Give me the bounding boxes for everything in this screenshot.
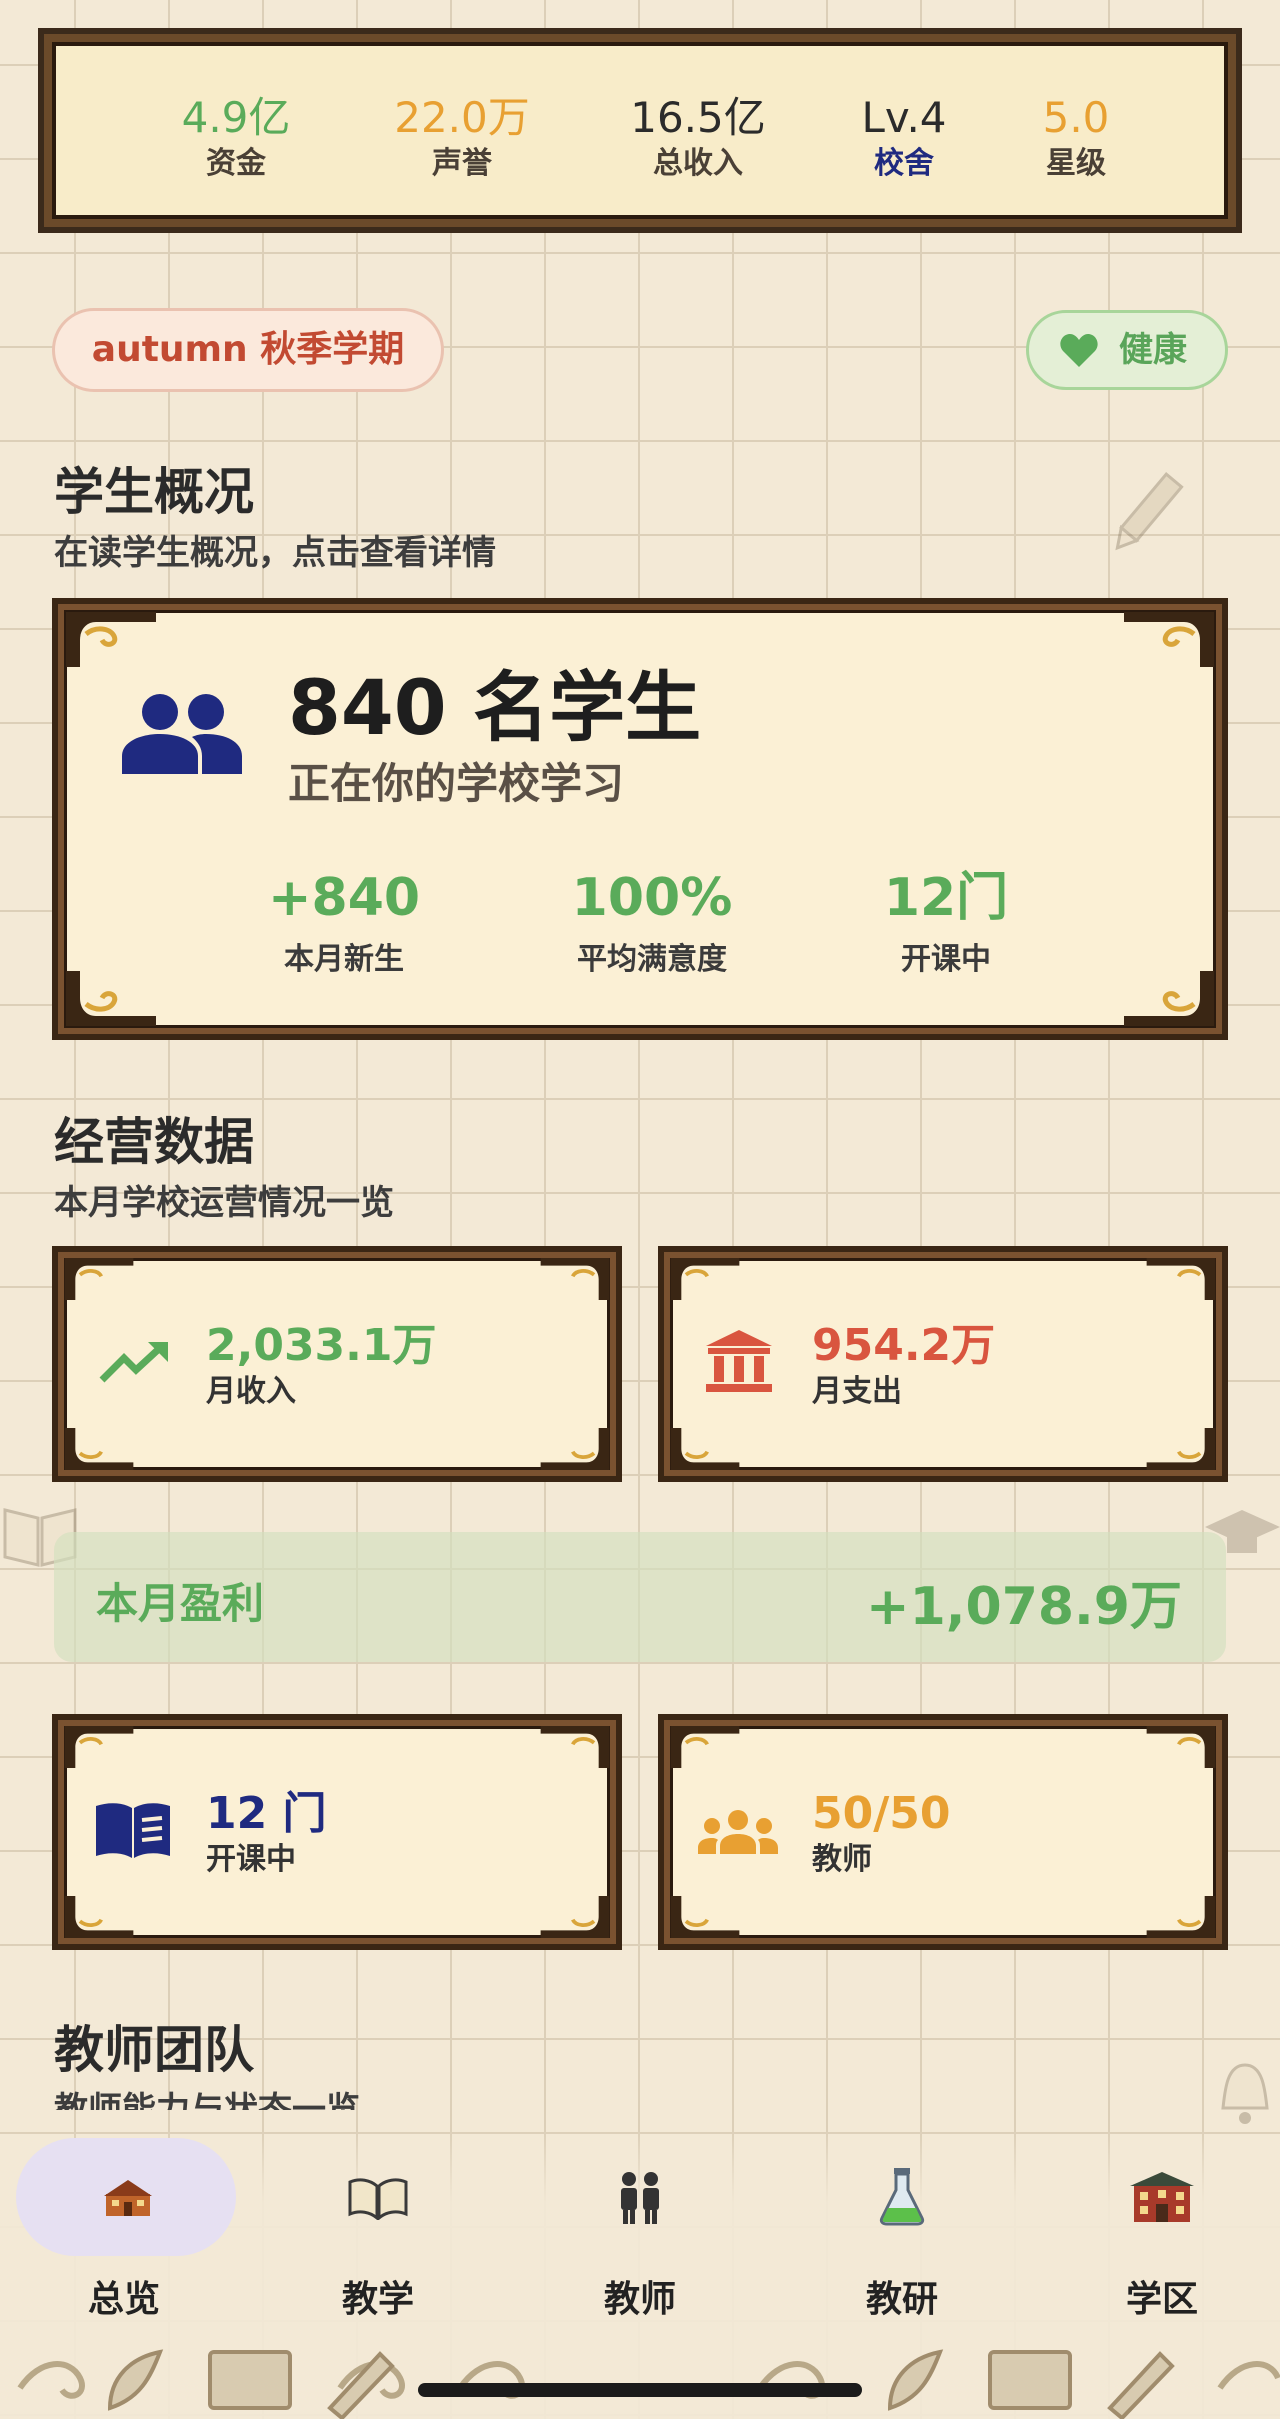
- teachers-card[interactable]: 50/50 教师: [658, 1714, 1228, 1950]
- stat-total-income-value: 16.5亿: [630, 93, 766, 142]
- teachers-group-icon: [698, 1810, 778, 1854]
- metric-new-students-value: +840: [267, 868, 421, 928]
- ops-section-subtitle: 本月学校运营情况一览: [54, 1183, 394, 1223]
- corner-ornament-icon: [1146, 1428, 1216, 1470]
- nav-tab-teaching-label: 教学: [341, 2279, 414, 2320]
- teachers-label: 教师: [812, 1842, 872, 1877]
- metric-courses-value: 12门: [883, 868, 1009, 928]
- health-status-label: 健康: [1119, 330, 1187, 370]
- nav-tab-overview[interactable]: 总览: [16, 2130, 236, 2330]
- monthly-profit-bar: 本月盈利 +1,078.9万: [54, 1532, 1226, 1662]
- monthly-profit-value: +1,078.9万: [866, 1577, 1182, 1637]
- nav-tab-district-label: 学区: [1125, 2279, 1198, 2320]
- teacher-team-section-subtitle: 教师能力与状态一览: [54, 2090, 360, 2110]
- stat-campus-level: Lv.4 校舍: [804, 92, 1004, 184]
- trending-up-icon: [99, 1342, 168, 1383]
- corner-ornament-icon: [64, 1258, 134, 1300]
- corner-ornament-icon: [540, 1428, 610, 1470]
- corner-ornament-icon: [540, 1258, 610, 1300]
- heart-icon: [1060, 334, 1098, 367]
- corner-ornament-icon: [64, 1428, 134, 1470]
- monthly-income-card[interactable]: 2,033.1万 月收入: [52, 1246, 622, 1482]
- pencil-doodle-icon: [1115, 471, 1184, 551]
- stat-total-income: 16.5亿 总收入: [598, 92, 798, 184]
- stat-campus-level-value: Lv.4: [861, 93, 947, 142]
- stat-funds-label: 资金: [206, 146, 266, 181]
- stat-funds-value: 4.9亿: [181, 93, 291, 142]
- bell-doodle-icon: [1221, 2063, 1269, 2124]
- metric-new-students: +840 本月新生: [244, 868, 444, 978]
- stat-funds: 4.9亿 资金: [136, 92, 336, 184]
- metric-satisfaction-label: 平均满意度: [577, 942, 727, 977]
- stat-total-income-label: 总收入: [653, 146, 743, 181]
- corner-ornament-icon: [1146, 1726, 1216, 1768]
- corner-ornament-icon: [540, 1726, 610, 1768]
- resource-stats-bar: 4.9亿 资金 22.0万 声誉 16.5亿 总收入 Lv.4 校舍 5.0 星…: [38, 28, 1242, 233]
- teacher-team-section-title: 教师团队: [54, 2021, 254, 2079]
- monthly-expense-label: 月支出: [812, 1374, 902, 1409]
- metric-satisfaction: 100% 平均满意度: [552, 868, 752, 978]
- ops-section-title: 经营数据: [54, 1113, 254, 1171]
- monthly-profit-label: 本月盈利: [96, 1579, 265, 1628]
- metric-new-students-label: 本月新生: [284, 942, 404, 977]
- courses-card[interactable]: 12 门 开课中: [52, 1714, 622, 1950]
- metric-courses-label: 开课中: [901, 942, 991, 977]
- nav-tab-teachers-label: 教师: [603, 2279, 676, 2320]
- stat-reputation: 22.0万 声誉: [362, 92, 562, 184]
- nav-tab-overview-label: 总览: [87, 2279, 160, 2320]
- corner-ornament-icon: [670, 1896, 740, 1938]
- corner-ornament-icon: [670, 1258, 740, 1300]
- decorative-footer-border: [17, 2349, 1280, 2419]
- stat-reputation-label: 声誉: [432, 146, 492, 181]
- nav-tab-teachers[interactable]: 教师: [540, 2130, 740, 2330]
- season-badge: autumn 秋季学期: [52, 308, 444, 392]
- monthly-income-value: 2,033.1万: [206, 1320, 437, 1371]
- school-house-icon: [104, 2180, 152, 2216]
- nav-tab-district[interactable]: 学区: [1062, 2130, 1262, 2330]
- health-status-badge: 健康: [1026, 310, 1228, 390]
- student-count-caption: 正在你的学校学习: [288, 759, 625, 808]
- nav-tab-research-label: 教研: [865, 2279, 938, 2320]
- corner-ornament-icon: [66, 612, 156, 667]
- monthly-expense-value: 954.2万: [812, 1320, 996, 1371]
- metric-satisfaction-value: 100%: [571, 868, 733, 928]
- metric-courses: 12门 开课中: [846, 868, 1046, 978]
- flask-icon: [879, 2168, 925, 2226]
- monthly-income-label: 月收入: [206, 1374, 296, 1409]
- corner-ornament-icon: [1146, 1258, 1216, 1300]
- stat-star-rating-value: 5.0: [1042, 93, 1110, 142]
- stat-star-rating: 5.0 星级: [976, 92, 1176, 184]
- students-group-icon: [122, 694, 242, 774]
- stat-campus-level-label: 校舍: [874, 146, 934, 181]
- corner-ornament-icon: [540, 1896, 610, 1938]
- courses-label: 开课中: [206, 1842, 296, 1877]
- open-book-icon: [348, 2178, 408, 2220]
- nav-tab-research[interactable]: 教研: [802, 2130, 1002, 2330]
- students-section-title: 学生概况: [54, 463, 254, 521]
- corner-ornament-icon: [1146, 1896, 1216, 1938]
- monthly-expense-card[interactable]: 954.2万 月支出: [658, 1246, 1228, 1482]
- corner-ornament-icon: [670, 1428, 740, 1470]
- stat-reputation-value: 22.0万: [394, 93, 530, 142]
- student-count: 840 名学生: [288, 663, 702, 752]
- courses-value: 12 门: [206, 1788, 327, 1839]
- teachers-value: 50/50: [812, 1788, 951, 1839]
- corner-ornament-icon: [1124, 971, 1214, 1026]
- nav-tab-teaching[interactable]: 教学: [278, 2130, 478, 2330]
- corner-ornament-icon: [1124, 612, 1214, 667]
- stat-star-rating-label: 星级: [1046, 146, 1106, 181]
- course-book-icon: [96, 1803, 170, 1858]
- bank-building-icon: [706, 1330, 772, 1392]
- campus-building-icon: [1130, 2172, 1194, 2222]
- corner-ornament-icon: [670, 1726, 740, 1768]
- corner-ornament-icon: [64, 1726, 134, 1768]
- corner-ornament-icon: [64, 1896, 134, 1938]
- students-section-subtitle: 在读学生概况，点击查看详情: [54, 533, 496, 573]
- corner-ornament-icon: [66, 971, 156, 1026]
- home-indicator[interactable]: [418, 2383, 862, 2397]
- teachers-icon: [621, 2172, 659, 2224]
